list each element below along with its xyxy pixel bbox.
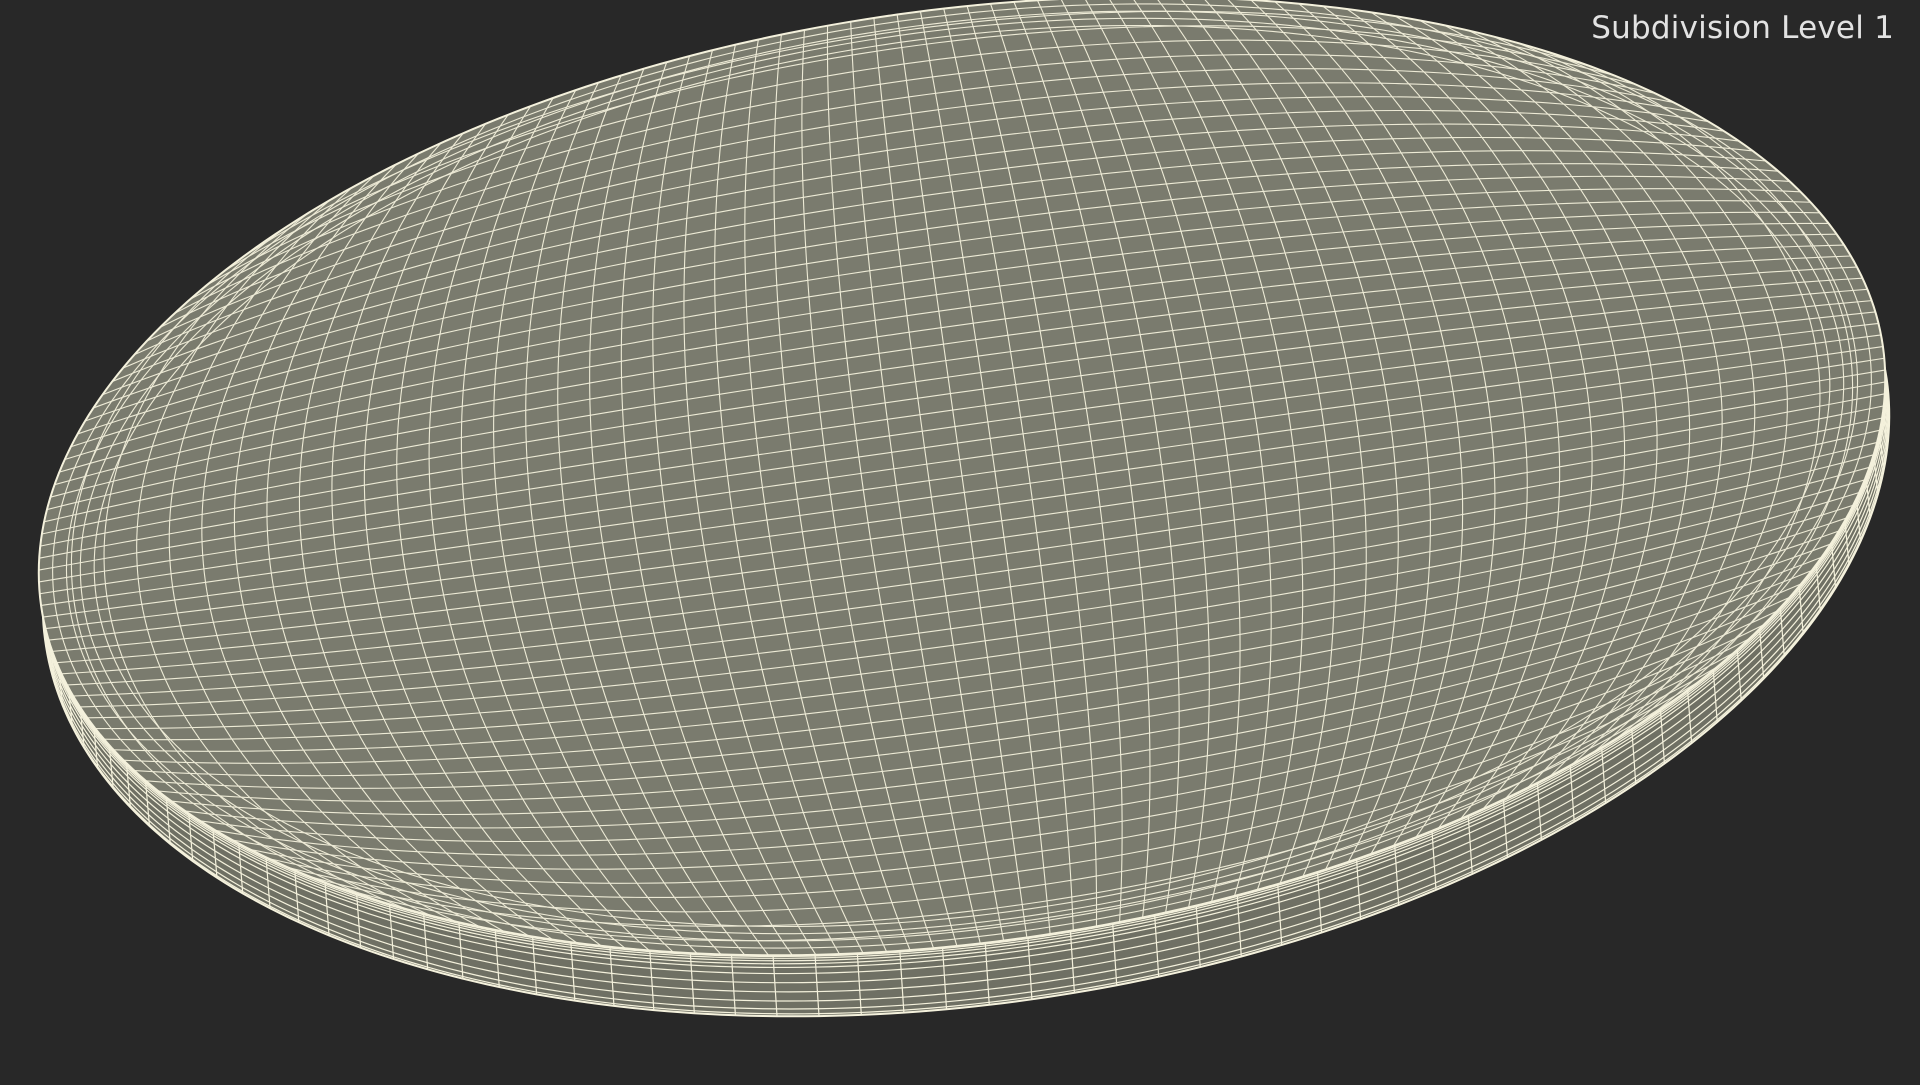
wireframe-model	[37, 0, 1891, 1018]
viewport-label: Subdivision Level 1	[1591, 10, 1894, 46]
viewport: Subdivision Level 1	[0, 0, 1920, 1080]
disc-top-surface	[37, 0, 1887, 957]
